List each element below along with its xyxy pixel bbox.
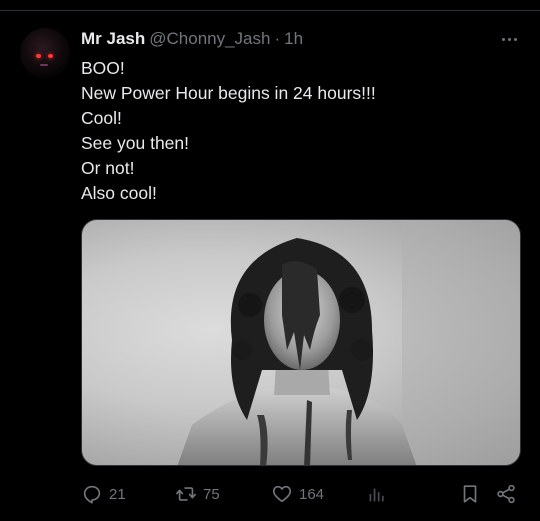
tweet-text: BOO! New Power Hour begins in 24 hours!!… (81, 56, 511, 206)
bookmark-button[interactable] (459, 482, 481, 506)
author-name[interactable]: Mr Jash (81, 29, 145, 49)
photo-shadow (402, 220, 520, 465)
repost-icon (176, 487, 196, 501)
views-button[interactable] (365, 482, 393, 506)
tweet-line: Cool! (81, 108, 122, 128)
like-count: 164 (299, 485, 325, 503)
photo-torso (177, 388, 417, 465)
like-button[interactable]: 164 (271, 482, 324, 506)
tweet-photo[interactable] (81, 219, 521, 466)
top-divider (0, 10, 540, 11)
tweet-line: BOO! (81, 58, 125, 78)
avatar-mouth (40, 64, 48, 66)
more-options-button[interactable] (497, 30, 521, 48)
tweet-timestamp[interactable]: 1h (284, 29, 303, 49)
tweet-line: See you then! (81, 133, 189, 153)
more-horizontal-icon (501, 37, 505, 41)
heart-icon (272, 485, 292, 503)
avatar[interactable] (20, 28, 70, 78)
reply-count: 21 (109, 485, 126, 503)
avatar-eye-right (48, 54, 53, 58)
tweet-actions: 21 75 164 (81, 482, 521, 506)
reply-button[interactable]: 21 (81, 482, 126, 506)
photo-illustration (177, 220, 520, 465)
reply-icon (83, 485, 101, 504)
share-button[interactable] (495, 482, 517, 506)
avatar-eye-left (36, 54, 41, 58)
tweet-header: Mr Jash @Chonny_Jash · 1h (81, 28, 303, 50)
tweet-line: New Power Hour begins in 24 hours!!! (81, 83, 376, 103)
repost-button[interactable]: 75 (175, 482, 220, 506)
analytics-icon (369, 488, 384, 502)
tweet-line: Also cool! (81, 183, 157, 203)
share-icon (497, 484, 515, 504)
separator-dot: · (274, 29, 281, 48)
repost-count: 75 (203, 485, 220, 503)
bookmark-icon (463, 485, 477, 503)
author-handle[interactable]: @Chonny_Jash (149, 29, 270, 49)
tweet-line: Or not! (81, 158, 135, 178)
